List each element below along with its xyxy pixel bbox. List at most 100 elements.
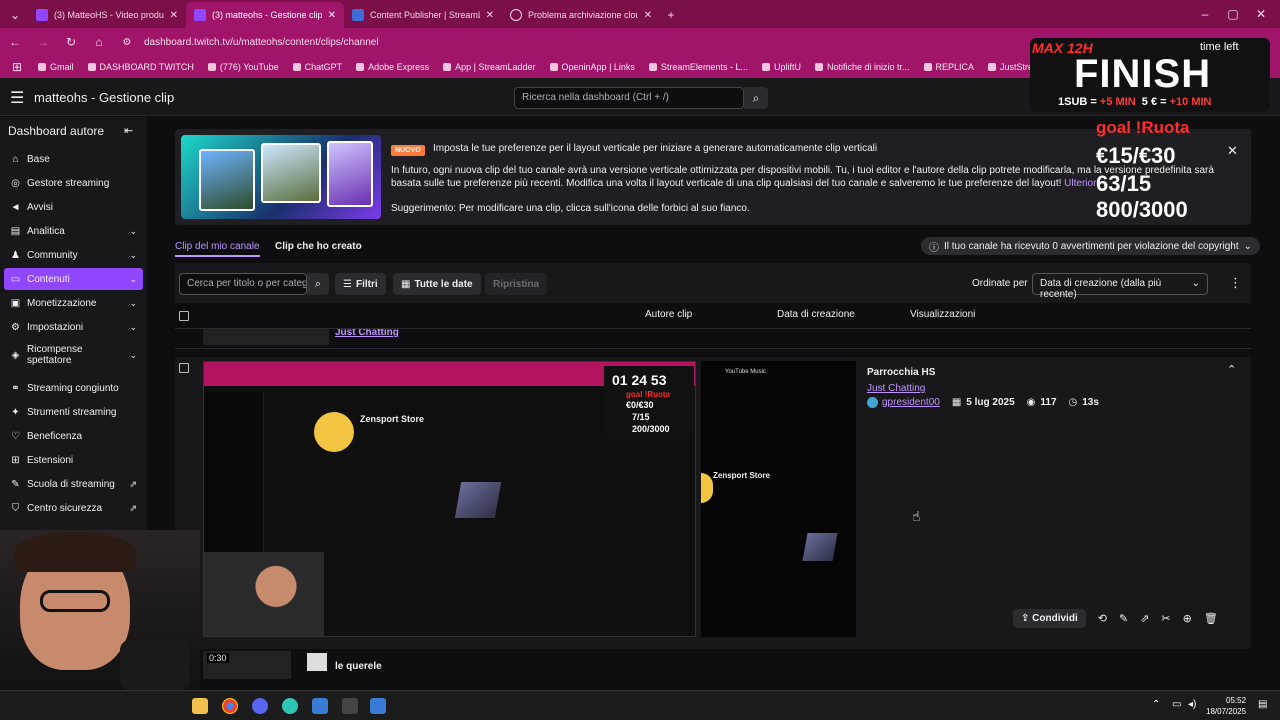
clip-title[interactable]: Parrocchia HS xyxy=(867,367,935,378)
sort-select[interactable]: Data di creazione (dalla più recente) ⌄ xyxy=(1032,273,1208,300)
convert-icon[interactable]: ⟲ xyxy=(1098,612,1107,625)
bookmark-item[interactable]: REPLICA xyxy=(923,62,974,72)
vertical-channel-name: Zensport Store xyxy=(713,471,770,480)
search-icon[interactable]: ⌕ xyxy=(307,273,329,295)
reset-button[interactable]: Ripristina xyxy=(485,273,548,295)
close-tab-icon[interactable]: ✕ xyxy=(328,10,336,21)
streamerbot-icon[interactable] xyxy=(370,698,386,714)
new-tab-icon[interactable]: + xyxy=(664,8,678,22)
sidebar-item-scuola-di-streaming[interactable]: ✎ Scuola di streaming ⇗ xyxy=(4,473,143,495)
sidebar-item-centro-sicurezza[interactable]: ⛉ Centro sicurezza ⇗ xyxy=(4,497,143,519)
filters-button[interactable]: ☰ Filtri xyxy=(335,273,386,295)
select-all-checkbox[interactable] xyxy=(179,311,189,321)
clip-thumbnail[interactable]: 0:30 xyxy=(203,651,291,679)
collapse-sidebar-icon[interactable]: ⇤ xyxy=(124,124,133,137)
table-row[interactable]: Just Chatting xyxy=(175,329,1251,349)
bookmark-item[interactable]: DASHBOARD TWITCH xyxy=(87,62,194,72)
taskbar-clock[interactable]: 05:52 18/07/2025 xyxy=(1206,695,1246,717)
search-icon[interactable]: ⌕ xyxy=(744,87,768,109)
sidebar-item-strumenti-streaming[interactable]: ✦ Strumenti streaming xyxy=(4,401,143,423)
sidebar-item-avvisi[interactable]: ◄ Avvisi xyxy=(4,196,143,218)
sidebar-item-monetizzazione[interactable]: ▣ Monetizzazione ⌄ xyxy=(4,292,143,314)
row-checkbox[interactable] xyxy=(179,363,189,373)
bookmark-item[interactable]: Notifiche di inizio tr... xyxy=(814,62,910,72)
sidebar-item-estensioni[interactable]: ⊞ Estensioni xyxy=(4,449,143,471)
more-options-icon[interactable]: ⋮ xyxy=(1229,275,1242,291)
file-explorer-icon[interactable] xyxy=(192,698,208,714)
scissors-icon[interactable]: ✂ xyxy=(1161,612,1170,625)
trash-icon[interactable]: 🗑 xyxy=(1204,612,1218,625)
sidebar-item-beneficenza[interactable]: ♡ Beneficenza xyxy=(4,425,143,447)
network-icon[interactable]: ▭ xyxy=(1172,699,1181,710)
tray-chevron-icon[interactable]: ⌃ xyxy=(1152,699,1160,710)
sidebar-item-analitica[interactable]: ▤ Analitica ⌄ xyxy=(4,220,143,242)
clip-thumbnail[interactable] xyxy=(203,329,329,345)
sidebar-item-impostazioni[interactable]: ⚙ Impostazioni ⌄ xyxy=(4,316,143,338)
tab-list-icon[interactable]: ⌄ xyxy=(8,8,22,22)
bookmark-item[interactable]: ChatGPT xyxy=(292,62,342,72)
sidebar-item-contenuti[interactable]: ▭ Contenuti ⌄ xyxy=(4,268,143,290)
site-info-icon[interactable]: ⚙ xyxy=(120,37,134,48)
maximize-window-icon[interactable]: ▢ xyxy=(1226,7,1240,21)
tab-my-channel-clips[interactable]: Clip del mio canale xyxy=(175,241,260,257)
chevron-up-icon[interactable]: ⌃ xyxy=(1227,363,1236,376)
bookmark-item[interactable]: App | StreamLadder xyxy=(443,62,536,72)
clip-author[interactable]: gpresident00 xyxy=(867,397,940,408)
reload-icon[interactable]: ↻ xyxy=(64,35,78,49)
sidebar-item-ricompense-spettatore[interactable]: ◈ Ricompense spettatore ⌄ xyxy=(4,340,143,370)
clip-search-input[interactable]: Cerca per titolo o per categoria xyxy=(179,273,307,295)
minimize-window-icon[interactable]: – xyxy=(1198,7,1212,21)
share-button[interactable]: ⇪ Condividi xyxy=(1013,609,1086,628)
download-icon[interactable]: ⊕ xyxy=(1183,612,1192,625)
clip-author-name[interactable]: gpresident00 xyxy=(882,397,940,408)
table-row[interactable]: 0:30 le querele xyxy=(175,651,1251,679)
close-tab-icon[interactable]: ✕ xyxy=(170,10,178,21)
browser-tab[interactable]: (3) MatteoHS - Video producer ✕ xyxy=(28,2,186,28)
tab-clips-i-created[interactable]: Clip che ho creato xyxy=(275,241,362,252)
browser-tab[interactable]: Content Publisher | StreamLadd ✕ xyxy=(344,2,502,28)
clip-preview[interactable]: Zensport Store 01 24 53 goal !Ruota €0/€… xyxy=(203,361,696,637)
menu-icon[interactable]: ☰ xyxy=(10,88,24,108)
clip-category-link[interactable]: Just Chatting xyxy=(867,383,925,394)
url-field[interactable]: dashboard.twitch.tv/u/matteohs/content/c… xyxy=(144,37,379,48)
bookmark-item[interactable]: OpeninApp | Links xyxy=(549,62,635,72)
close-window-icon[interactable]: ✕ xyxy=(1254,7,1268,21)
table-row[interactable]: Zensport Store 01 24 53 goal !Ruota €0/€… xyxy=(175,357,1251,649)
back-icon[interactable]: ← xyxy=(8,35,22,49)
discord-icon[interactable] xyxy=(252,698,268,714)
app-icon[interactable] xyxy=(342,698,358,714)
home-icon[interactable]: ⌂ xyxy=(92,35,106,49)
pen-icon[interactable]: ✎ xyxy=(1119,612,1128,625)
dashboard-search-input[interactable]: Ricerca nella dashboard (Ctrl + /) xyxy=(514,87,744,109)
sidebar-item-community[interactable]: ♟ Community ⌄ xyxy=(4,244,143,266)
clip-vertical-thumb[interactable] xyxy=(307,653,327,671)
bookmark-item[interactable]: StreamElements - L... xyxy=(648,62,748,72)
browser-tab[interactable]: Problema archiviazione cloud ✕ xyxy=(502,2,660,28)
forward-icon[interactable]: → xyxy=(36,35,50,49)
browser-tab-active[interactable]: (3) matteohs - Gestione clip - T ✕ xyxy=(186,2,344,28)
sidebar-item-streaming-congiunto[interactable]: ⚭ Streaming congiunto xyxy=(4,377,143,399)
volume-icon[interactable]: ◂) xyxy=(1188,699,1196,710)
clip-category-link[interactable]: Just Chatting xyxy=(335,329,399,338)
streamerbot-icon[interactable] xyxy=(312,698,328,714)
vertical-clip-preview[interactable]: YouTube Music Zensport Store xyxy=(701,361,856,637)
copyright-strikes-badge[interactable]: ⓘ Il tuo canale ha ricevuto 0 avvertiment… xyxy=(921,237,1260,255)
external-link-icon[interactable]: ⇗ xyxy=(1140,612,1149,625)
bookmark-item[interactable]: (776) YouTube xyxy=(207,62,279,72)
bookmark-item[interactable]: UpliftU xyxy=(761,62,801,72)
clip-title[interactable]: le querele xyxy=(335,661,382,672)
column-header[interactable]: Data di creazione xyxy=(777,309,855,320)
close-tab-icon[interactable]: ✕ xyxy=(644,10,652,21)
sidebar-item-base[interactable]: ⌂ Base xyxy=(4,148,143,170)
notification-icon[interactable]: ▤ xyxy=(1258,699,1267,710)
chrome-icon[interactable] xyxy=(222,698,238,714)
close-tab-icon[interactable]: ✕ xyxy=(486,10,494,21)
sidebar-item-gestore-streaming[interactable]: ◎ Gestore streaming xyxy=(4,172,143,194)
date-range-button[interactable]: ▦ Tutte le date xyxy=(393,273,481,295)
column-header[interactable]: Visualizzazioni xyxy=(910,309,975,320)
app-icon[interactable] xyxy=(282,698,298,714)
column-header[interactable]: Autore clip xyxy=(645,309,692,320)
bookmark-item[interactable]: Adobe Express xyxy=(356,62,429,72)
bookmark-item[interactable]: Gmail xyxy=(38,62,74,72)
apps-grid-icon[interactable]: ⊞ xyxy=(10,60,24,74)
